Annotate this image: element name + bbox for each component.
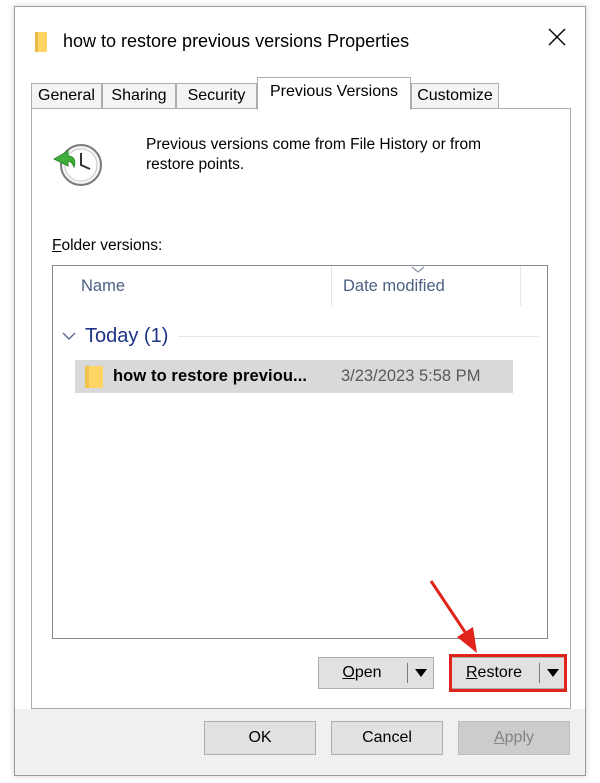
apply-label-rest: pply (504, 729, 535, 746)
ok-button[interactable]: OK (204, 721, 316, 755)
split-divider (539, 663, 540, 683)
tab-previous-versions[interactable]: Previous Versions (257, 77, 411, 110)
tab-security[interactable]: Security (176, 83, 257, 109)
close-button[interactable] (539, 19, 575, 55)
restore-button[interactable]: Restore (451, 658, 537, 688)
close-icon (548, 28, 566, 46)
folder-icon (35, 32, 49, 52)
cancel-button[interactable]: Cancel (331, 721, 443, 755)
restore-clock-icon (50, 137, 106, 193)
column-date-modified[interactable]: Date modified (343, 266, 445, 306)
folder-icon (85, 366, 105, 388)
column-separator[interactable] (520, 266, 521, 306)
mnemonic-o: O (342, 664, 355, 681)
properties-window: how to restore previous versions Propert… (14, 6, 586, 776)
split-divider (407, 663, 408, 683)
column-separator[interactable] (331, 266, 332, 306)
folder-versions-label: Folder versions: (52, 237, 162, 255)
previous-versions-panel: Previous versions come from File History… (31, 108, 571, 709)
title-bar: how to restore previous versions Propert… (15, 7, 585, 73)
tab-customize[interactable]: Customize (411, 83, 499, 109)
triangle-down-icon (546, 669, 559, 677)
tab-general[interactable]: General (31, 83, 102, 109)
tab-strip: General Sharing Security Previous Versio… (31, 77, 571, 110)
mnemonic-r: R (465, 664, 478, 681)
window-title: how to restore previous versions Propert… (63, 31, 410, 51)
info-line-2: restore points. (146, 156, 245, 173)
info-line-1: Previous versions come from File History… (146, 136, 482, 153)
list-item[interactable]: how to restore previou... 3/23/2023 5:58… (75, 360, 513, 393)
folder-label-rest: older versions: (61, 237, 163, 254)
annotation-arrow-icon (429, 580, 477, 653)
open-split-button[interactable]: Open (318, 657, 434, 689)
column-name[interactable]: Name (81, 266, 125, 306)
open-button[interactable]: Open (319, 658, 405, 688)
group-title: Today (1) (85, 324, 169, 347)
restore-split-button[interactable]: Restore (450, 657, 565, 689)
info-text: Previous versions come from File History… (146, 135, 546, 175)
item-date: 3/23/2023 5:58 PM (341, 367, 481, 385)
triangle-down-icon (415, 669, 427, 677)
tab-sharing[interactable]: Sharing (102, 83, 176, 109)
group-header-today[interactable]: Today (1) (61, 321, 539, 351)
item-name: how to restore previou... (113, 367, 308, 385)
chevron-down-icon (62, 332, 76, 340)
restore-label-rest: estore (477, 664, 523, 681)
group-divider (178, 335, 539, 337)
open-label-rest: pen (354, 664, 382, 681)
restore-dropdown[interactable] (541, 658, 564, 688)
open-dropdown[interactable] (409, 658, 433, 688)
apply-button[interactable]: Apply (458, 721, 570, 755)
dialog-button-bar: OK Cancel Apply (15, 709, 585, 775)
mnemonic-a: A (493, 729, 505, 746)
